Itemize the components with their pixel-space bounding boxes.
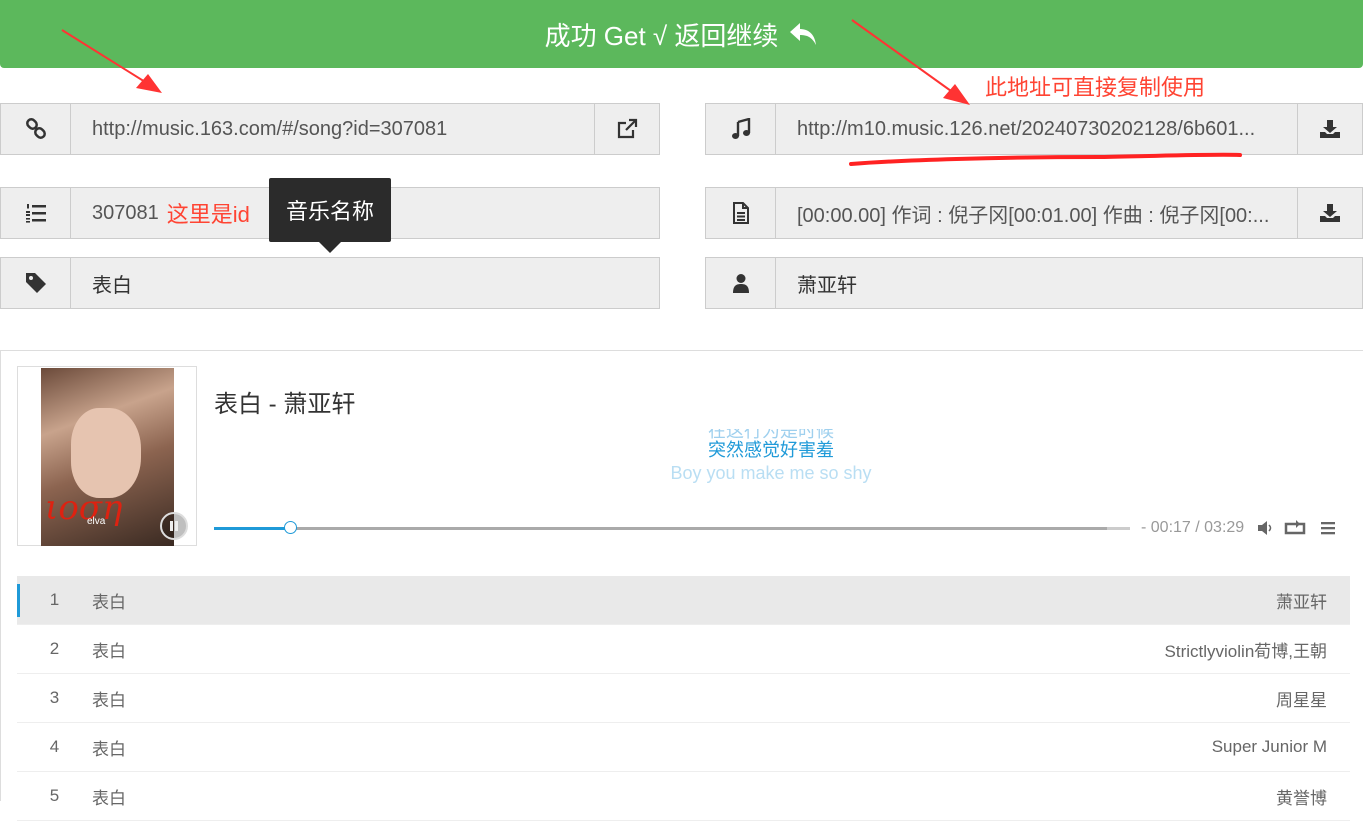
playlist-item-artist: Strictlyviolin荀博,王朝 xyxy=(1164,641,1327,661)
progress-bar[interactable] xyxy=(214,521,1130,534)
playlist-item-number: 2 xyxy=(49,639,60,658)
playlist-item[interactable]: 2 表白 Strictlyviolin荀博,王朝 xyxy=(17,625,1350,674)
playlist: 1 表白 萧亚轩 2 表白 Strictlyviolin荀博,王朝 3 表白 周星星 4 表白 Sup… xyxy=(17,576,1350,821)
song-url-input[interactable]: http://music.163.com/#/song?id=307081 xyxy=(71,104,594,154)
album-art: ιoση elva xyxy=(41,368,174,546)
playlist-item-number: 4 xyxy=(49,737,60,756)
playlist-item-title: 表白 xyxy=(92,788,126,808)
download-icon xyxy=(1320,120,1340,138)
song-name-tooltip: 音乐名称 xyxy=(269,178,391,253)
download-audio-button[interactable] xyxy=(1297,104,1362,154)
underline-annotation xyxy=(849,152,1242,166)
playlist-item-artist: 黄誉博 xyxy=(1276,788,1327,808)
source-url-input[interactable]: http://m10.music.126.net/20240730202128/… xyxy=(776,104,1297,154)
player-song-title: 表白 - 萧亚轩 xyxy=(214,391,356,418)
album-art-logo: ιoση xyxy=(45,488,123,528)
playlist-item[interactable]: 3 表白 周星星 xyxy=(17,674,1350,723)
music-player: ιoση elva 表白 - 萧亚轩 在这行为是时候 突然感觉好害羞 Boy y… xyxy=(0,350,1363,821)
playlist-item-artist: Super Junior M xyxy=(1211,737,1327,756)
playlist-menu-icon[interactable] xyxy=(1320,520,1336,536)
progress-played xyxy=(214,527,291,530)
download-icon xyxy=(1320,204,1340,222)
lyric-line-current: 突然感觉好害羞 xyxy=(708,440,834,460)
progress-thumb[interactable] xyxy=(284,521,298,534)
tag-icon xyxy=(1,258,71,308)
lyrics-scroller: 在这行为是时候 突然感觉好害羞 Boy you make me so shy xyxy=(561,429,981,489)
playlist-item[interactable]: 1 表白 萧亚轩 xyxy=(17,576,1350,625)
banner-text: 成功 Get √ 返回继续 xyxy=(544,20,779,51)
lyric-line-prev: 在这行为是时候 xyxy=(708,429,834,441)
pause-button[interactable] xyxy=(160,512,188,540)
playlist-item[interactable]: 5 表白 黄誉博 xyxy=(17,772,1350,821)
file-text-icon xyxy=(706,188,776,238)
lyrics-group: [00:00.00] 作词 : 倪子冈[00:01.00] 作曲 : 倪子冈[0… xyxy=(705,187,1363,239)
playlist-item[interactable]: 4 表白 Super Junior M xyxy=(17,723,1350,772)
user-icon xyxy=(706,258,776,308)
lyric-line-next: Boy you make me so shy xyxy=(670,463,872,483)
download-lyrics-button[interactable] xyxy=(1297,188,1362,238)
playlist-item-artist: 周星星 xyxy=(1276,690,1327,710)
copy-annotation: 此地址可直接复制使用 xyxy=(985,75,1206,100)
reply-icon xyxy=(790,23,817,45)
playlist-item-title: 表白 xyxy=(92,592,126,612)
id-annotation: 这里是id xyxy=(166,202,250,227)
progress-loaded xyxy=(214,527,1108,530)
playlist-item-title: 表白 xyxy=(92,690,126,710)
music-icon xyxy=(706,104,776,154)
playlist-item-title: 表白 xyxy=(92,641,126,661)
song-name-input[interactable]: 表白 xyxy=(71,258,659,308)
playlist-item-number: 5 xyxy=(49,786,60,805)
loop-icon[interactable] xyxy=(1284,520,1306,536)
time-display: - 00:17 / 03:29 xyxy=(1141,519,1245,536)
playlist-item-number: 1 xyxy=(49,590,60,609)
ordered-list-icon xyxy=(1,188,71,238)
volume-icon[interactable] xyxy=(1257,520,1273,536)
album-art-text: elva xyxy=(87,516,106,527)
song-name-group: 表白 xyxy=(0,257,660,309)
album-art-figure xyxy=(71,408,141,498)
lyrics-input[interactable]: [00:00.00] 作词 : 倪子冈[00:01.00] 作曲 : 倪子冈[0… xyxy=(776,188,1297,238)
playlist-item-number: 3 xyxy=(49,688,60,707)
playlist-item-artist: 萧亚轩 xyxy=(1276,592,1327,612)
success-back-banner[interactable]: 成功 Get √ 返回继续 xyxy=(0,0,1363,68)
playlist-item-title: 表白 xyxy=(92,739,126,759)
open-link-button[interactable] xyxy=(594,104,659,154)
song-url-group: http://music.163.com/#/song?id=307081 xyxy=(0,103,660,155)
album-cover: ιoση elva xyxy=(17,366,197,546)
external-link-icon xyxy=(617,118,638,139)
link-icon xyxy=(1,104,71,154)
artist-group: 萧亚轩 xyxy=(705,257,1363,309)
artist-input[interactable]: 萧亚轩 xyxy=(776,258,1362,308)
source-url-group: http://m10.music.126.net/20240730202128/… xyxy=(705,103,1363,155)
